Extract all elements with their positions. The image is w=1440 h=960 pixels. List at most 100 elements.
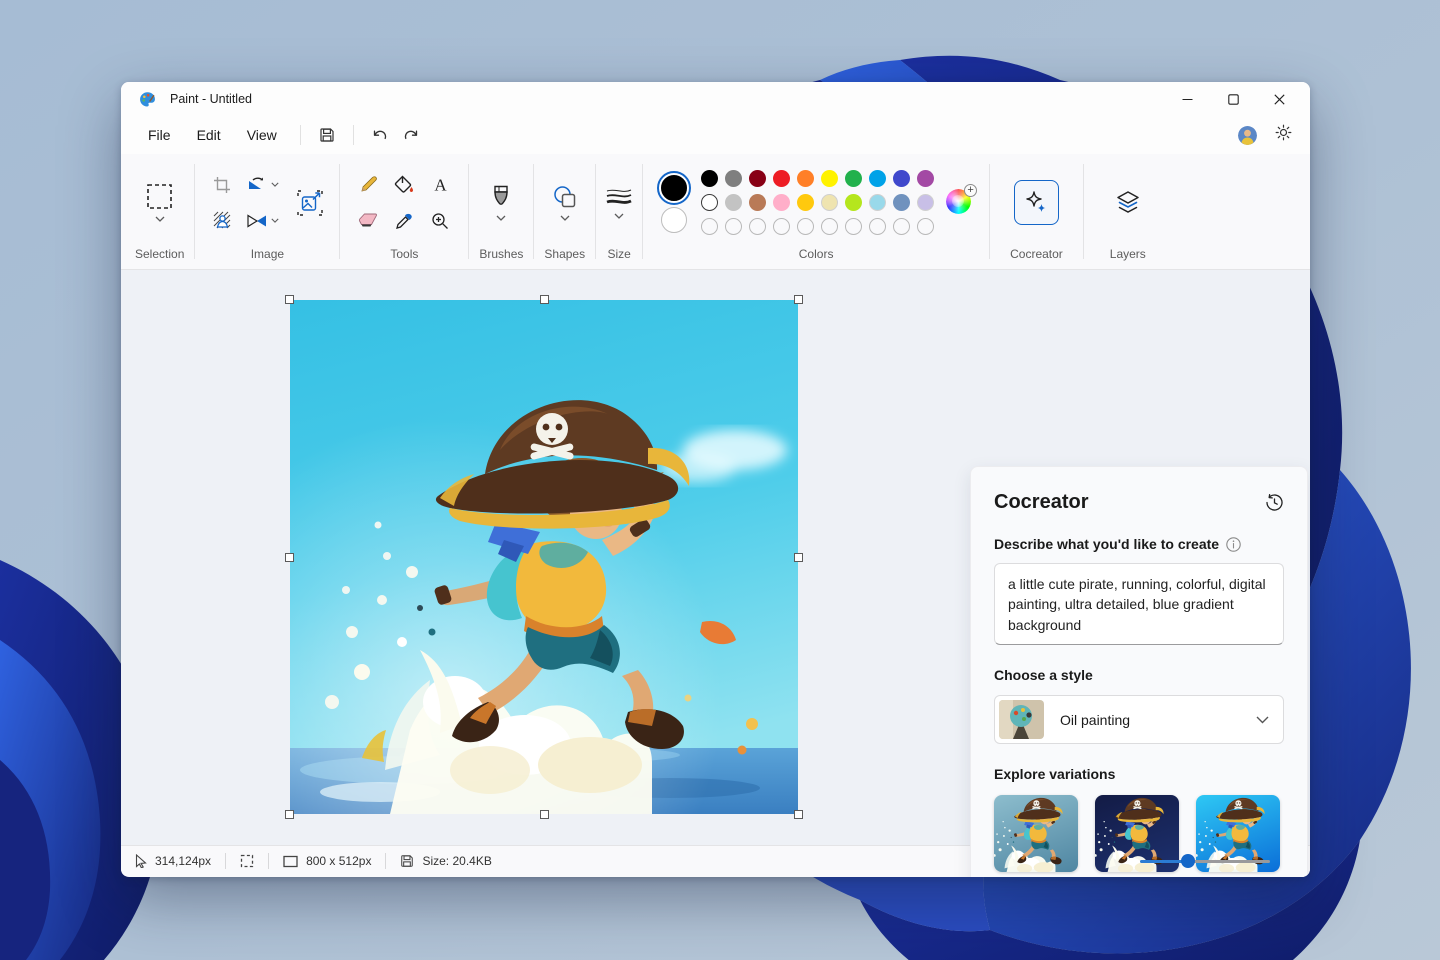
style-thumbnail — [999, 700, 1044, 739]
selection-handle-w[interactable] — [285, 553, 294, 562]
zoom-slider-thumb[interactable] — [1181, 854, 1195, 868]
crop-icon[interactable] — [207, 170, 237, 200]
foreground-color-swatch[interactable] — [659, 173, 689, 203]
info-icon[interactable] — [1226, 537, 1241, 552]
group-shapes: Shapes — [536, 160, 593, 269]
selection-size-icon — [240, 854, 254, 868]
canvas-dimensions: 800 x 512px — [306, 854, 371, 868]
style-dropdown[interactable]: Oil painting — [994, 695, 1284, 744]
color-picker-tool-icon[interactable] — [389, 206, 419, 236]
divider — [353, 125, 354, 145]
selection-tool-button[interactable] — [146, 183, 173, 222]
redo-button[interactable] — [396, 121, 428, 149]
palette-color[interactable] — [821, 194, 838, 211]
palette-color-empty[interactable] — [797, 218, 814, 235]
palette-color-empty[interactable] — [749, 218, 766, 235]
palette-color-empty[interactable] — [773, 218, 790, 235]
group-label: Size — [607, 245, 630, 269]
size-button[interactable] — [606, 187, 632, 219]
palette-color-empty[interactable] — [845, 218, 862, 235]
palette-color-empty[interactable] — [725, 218, 742, 235]
palette-color[interactable] — [893, 194, 910, 211]
chevron-down-icon — [271, 218, 279, 223]
palette-color-empty[interactable] — [821, 218, 838, 235]
group-label: Selection — [135, 245, 184, 269]
menubar: File Edit View — [121, 116, 1310, 154]
remove-background-icon[interactable] — [207, 206, 237, 236]
palette-color[interactable] — [917, 170, 934, 187]
divider — [300, 125, 301, 145]
maximize-button[interactable] — [1210, 82, 1256, 116]
save-button[interactable] — [311, 121, 343, 149]
selection-handle-s[interactable] — [540, 810, 549, 819]
palette-color[interactable] — [869, 170, 886, 187]
menu-view[interactable]: View — [234, 121, 290, 149]
palette-color[interactable] — [701, 194, 718, 211]
palette-color[interactable] — [797, 194, 814, 211]
brushes-button[interactable] — [491, 185, 511, 221]
layers-icon — [1114, 190, 1142, 216]
menu-edit[interactable]: Edit — [184, 121, 234, 149]
divider — [595, 164, 596, 259]
group-label: Shapes — [544, 245, 585, 269]
zoom-slider[interactable] — [1140, 854, 1270, 868]
palette-color[interactable] — [725, 170, 742, 187]
cocreator-button[interactable] — [1014, 180, 1059, 225]
palette-color[interactable] — [893, 170, 910, 187]
selection-handle-sw[interactable] — [285, 810, 294, 819]
rotate-button[interactable] — [240, 170, 286, 200]
palette-color[interactable] — [821, 170, 838, 187]
menu-file[interactable]: File — [135, 121, 184, 149]
fill-tool-icon[interactable] — [389, 170, 419, 200]
palette-color-empty[interactable] — [869, 218, 886, 235]
minimize-button[interactable] — [1164, 82, 1210, 116]
selection-handle-n[interactable] — [540, 295, 549, 304]
group-label: Tools — [390, 245, 418, 269]
settings-gear-icon[interactable] — [1275, 124, 1292, 146]
group-label: Brushes — [479, 245, 523, 269]
palette-color[interactable] — [845, 194, 862, 211]
palette-color[interactable] — [701, 170, 718, 187]
variation-thumbnail-1[interactable] — [994, 795, 1078, 872]
palette-color[interactable] — [869, 194, 886, 211]
group-layers: Layers — [1086, 160, 1170, 269]
palette-color[interactable] — [845, 170, 862, 187]
chevron-down-icon — [614, 213, 624, 219]
palette-color[interactable] — [773, 194, 790, 211]
palette-color[interactable] — [773, 170, 790, 187]
palette-color[interactable] — [749, 194, 766, 211]
palette-color[interactable] — [797, 170, 814, 187]
user-avatar[interactable] — [1238, 126, 1257, 145]
background-color-swatch[interactable] — [661, 207, 687, 233]
eraser-tool-icon[interactable] — [353, 206, 383, 236]
canvas-workspace[interactable]: Cocreator Describe what you'd like to cr… — [121, 270, 1310, 845]
history-icon[interactable] — [1265, 493, 1284, 512]
edit-colors-button[interactable]: + — [946, 189, 973, 216]
palette-color[interactable] — [725, 194, 742, 211]
selection-handle-se[interactable] — [794, 810, 803, 819]
palette-color[interactable] — [917, 194, 934, 211]
layers-button[interactable] — [1108, 183, 1148, 223]
chevron-down-icon — [496, 215, 506, 221]
group-brushes: Brushes — [471, 160, 531, 269]
selection-handle-ne[interactable] — [794, 295, 803, 304]
prompt-input[interactable]: a little cute pirate, running, colorful,… — [994, 563, 1284, 645]
pencil-tool-icon[interactable] — [353, 170, 383, 200]
canvas-image[interactable] — [290, 300, 798, 814]
selection-handle-e[interactable] — [794, 553, 803, 562]
text-tool-icon[interactable]: A — [425, 170, 455, 200]
palette-color-empty[interactable] — [917, 218, 934, 235]
close-button[interactable] — [1256, 82, 1302, 116]
palette-color[interactable] — [749, 170, 766, 187]
shapes-button[interactable] — [553, 185, 577, 221]
palette-color-empty[interactable] — [893, 218, 910, 235]
palette-color-empty[interactable] — [701, 218, 718, 235]
titlebar: Paint - Untitled — [121, 82, 1310, 116]
undo-button[interactable] — [364, 121, 396, 149]
cursor-icon — [135, 854, 147, 868]
selection-handle-nw[interactable] — [285, 295, 294, 304]
magnifier-tool-icon[interactable] — [425, 206, 455, 236]
file-size: Size: 20.4KB — [422, 854, 491, 868]
flip-button[interactable] — [240, 206, 286, 236]
resize-image-button[interactable] — [291, 184, 329, 222]
